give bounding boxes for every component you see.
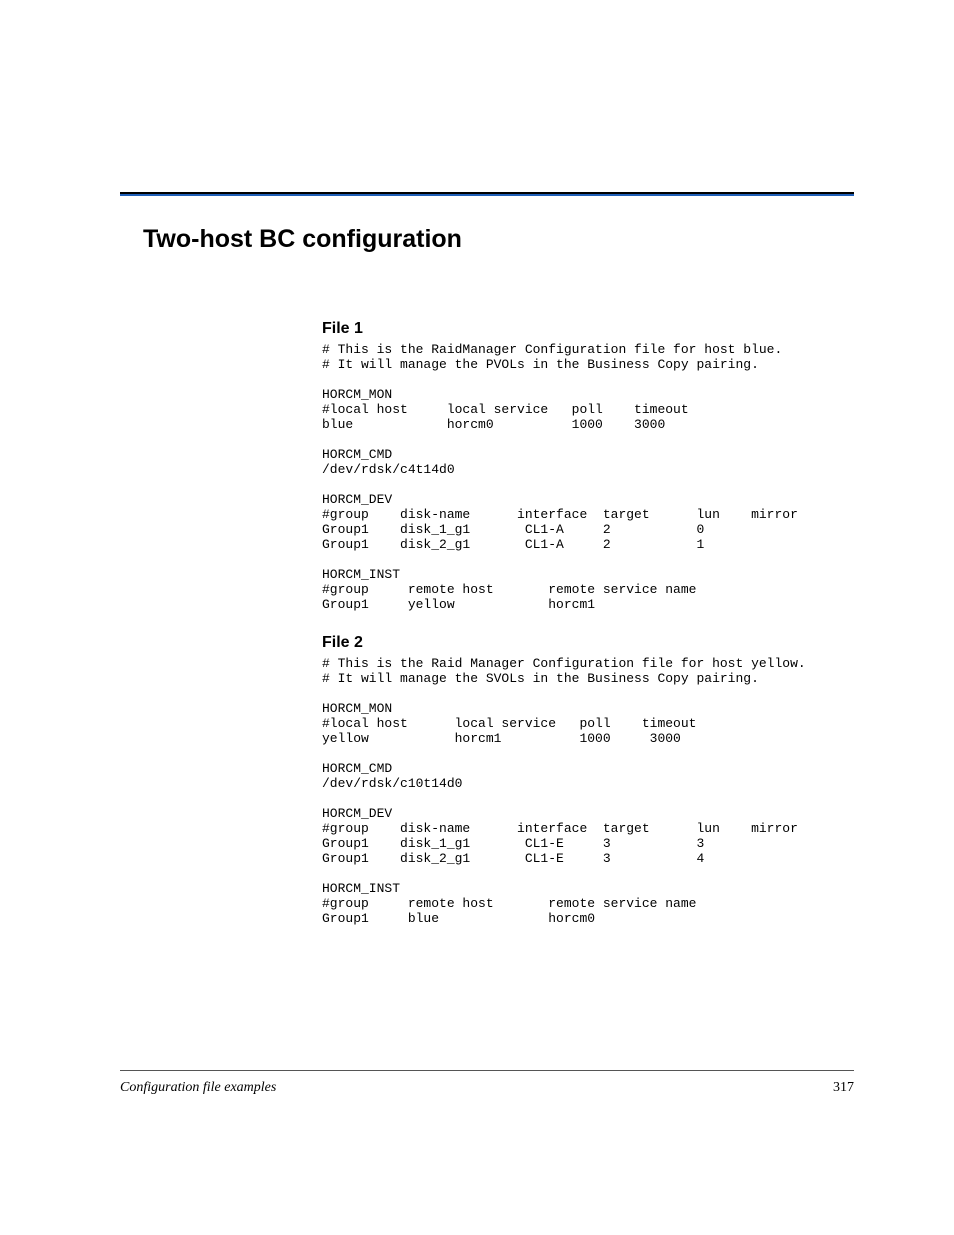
section-title: Two-host BC configuration bbox=[143, 225, 462, 254]
footer-rule bbox=[120, 1070, 854, 1071]
file1-text: # This is the RaidManager Configuration … bbox=[322, 342, 854, 612]
content-area: File 1 # This is the RaidManager Configu… bbox=[322, 320, 854, 926]
accent-rule bbox=[120, 194, 854, 196]
footer-left: Configuration file examples bbox=[120, 1080, 276, 1096]
file1-heading: File 1 bbox=[322, 320, 854, 338]
file2-text: # This is the Raid Manager Configuration… bbox=[322, 656, 854, 926]
document-page: Two-host BC configuration File 1 # This … bbox=[0, 0, 954, 1235]
file2-heading: File 2 bbox=[322, 634, 854, 652]
page-number: 317 bbox=[833, 1080, 854, 1096]
